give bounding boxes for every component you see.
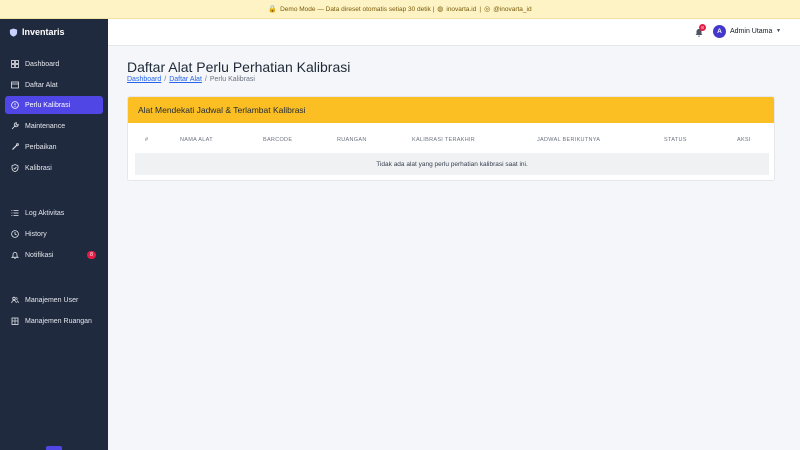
page-title: Daftar Alat Perlu Perhatian Kalibrasi — [127, 59, 351, 75]
alert-circle-icon — [11, 101, 19, 109]
breadcrumb-separator: / — [204, 76, 207, 83]
sidebar-item-label: Log Aktivitas — [25, 209, 65, 217]
list-icon — [11, 209, 19, 217]
sidebar: Inventaris Dashboard Daftar Alat Perlu K… — [0, 19, 108, 450]
topbar-notification-badge: 8 — [699, 24, 706, 31]
sidebar-item-label: History — [25, 230, 47, 238]
sidebar-item-history[interactable]: History — [5, 225, 103, 243]
wrench-icon — [11, 122, 19, 130]
brand-name: Inventaris — [22, 27, 65, 37]
banner-separator: | — [479, 5, 482, 13]
sidebar-item-label: Perlu Kalibrasi — [25, 101, 71, 109]
breadcrumb-separator: / — [164, 76, 167, 83]
shield-check-icon — [11, 164, 19, 172]
clock-icon — [11, 230, 19, 238]
breadcrumb-dashboard[interactable]: Dashboard — [127, 76, 161, 83]
avatar[interactable]: A — [713, 25, 726, 38]
sidebar-item-manajemen-user[interactable]: Manajemen User — [5, 291, 103, 309]
tool-icon — [11, 143, 19, 151]
table-empty-row: Tidak ada alat yang perlu perhatian kali… — [135, 153, 769, 175]
table-header: # NAMA ALAT BARCODE RUANGAN KALIBRASI TE… — [128, 137, 774, 147]
sidebar-item-daftar-alat[interactable]: Daftar Alat — [5, 76, 103, 94]
sidebar-item-notifikasi[interactable]: Notifikasi 8 — [5, 246, 103, 264]
sidebar-item-label: Manajemen Ruangan — [25, 317, 92, 325]
lock-icon: 🔒 — [268, 6, 278, 13]
sidebar-item-label: Kalibrasi — [25, 164, 52, 172]
sidebar-item-label: Manajemen User — [25, 296, 79, 304]
notification-count-badge: 8 — [87, 251, 96, 259]
column-header-ruangan: RUANGAN — [337, 137, 367, 143]
bell-icon — [11, 251, 19, 259]
sidebar-item-maintenance[interactable]: Maintenance — [5, 117, 103, 135]
globe-icon: ◍ — [437, 6, 444, 13]
sidebar-footer-pill — [46, 446, 62, 450]
sidebar-item-perlu-kalibrasi[interactable]: Perlu Kalibrasi — [5, 96, 103, 114]
sidebar-item-label: Notifikasi — [25, 251, 54, 259]
breadcrumb-current: Perlu Kalibrasi — [209, 76, 255, 83]
banner-link-website[interactable]: inovarta.id — [446, 6, 476, 13]
brand[interactable]: Inventaris — [0, 19, 108, 45]
column-header-nama-alat: NAMA ALAT — [180, 137, 213, 143]
sidebar-item-dashboard[interactable]: Dashboard — [5, 55, 103, 73]
instagram-icon: ◎ — [484, 6, 491, 13]
topbar: 8 A Admin Utama ▼ — [108, 19, 800, 46]
column-header-jadwal-berikutnya: JADWAL BERIKUTNYA — [537, 137, 601, 143]
sidebar-item-manajemen-ruangan[interactable]: Manajemen Ruangan — [5, 312, 103, 330]
banner-link-instagram[interactable]: @inovarta_id — [493, 6, 531, 13]
breadcrumb-daftar-alat[interactable]: Daftar Alat — [169, 76, 202, 83]
users-icon — [11, 296, 19, 304]
grid-icon — [11, 60, 19, 68]
sidebar-item-label: Maintenance — [25, 122, 66, 130]
sidebar-item-label: Perbaikan — [25, 143, 57, 151]
sidebar-item-label: Daftar Alat — [25, 81, 58, 89]
calibration-card: Alat Mendekati Jadwal & Terlambat Kalibr… — [127, 96, 775, 181]
column-header-status: STATUS — [664, 137, 687, 143]
sidebar-item-log-aktivitas[interactable]: Log Aktivitas — [5, 204, 103, 222]
banner-text: Demo Mode — Data direset otomatis setiap… — [280, 5, 435, 13]
card-header: Alat Mendekati Jadwal & Terlambat Kalibr… — [128, 97, 774, 123]
sidebar-item-perbaikan[interactable]: Perbaikan — [5, 138, 103, 156]
column-header-kalibrasi-terakhir: KALIBRASI TERAKHIR — [412, 137, 476, 143]
demo-banner: 🔒 Demo Mode — Data direset otomatis seti… — [0, 0, 800, 19]
column-header-number: # — [145, 137, 149, 143]
sidebar-item-kalibrasi[interactable]: Kalibrasi — [5, 159, 103, 177]
chevron-down-icon[interactable]: ▼ — [776, 28, 781, 34]
column-header-barcode: BARCODE — [263, 137, 293, 143]
sidebar-item-label: Dashboard — [25, 60, 60, 68]
breadcrumb: Dashboard / Daftar Alat / Perlu Kalibras… — [127, 76, 255, 83]
box-icon — [11, 81, 19, 89]
building-icon — [11, 317, 19, 325]
user-menu-name[interactable]: Admin Utama — [730, 28, 772, 35]
shield-logo-icon — [9, 27, 18, 37]
column-header-aksi: AKSI — [737, 137, 751, 143]
